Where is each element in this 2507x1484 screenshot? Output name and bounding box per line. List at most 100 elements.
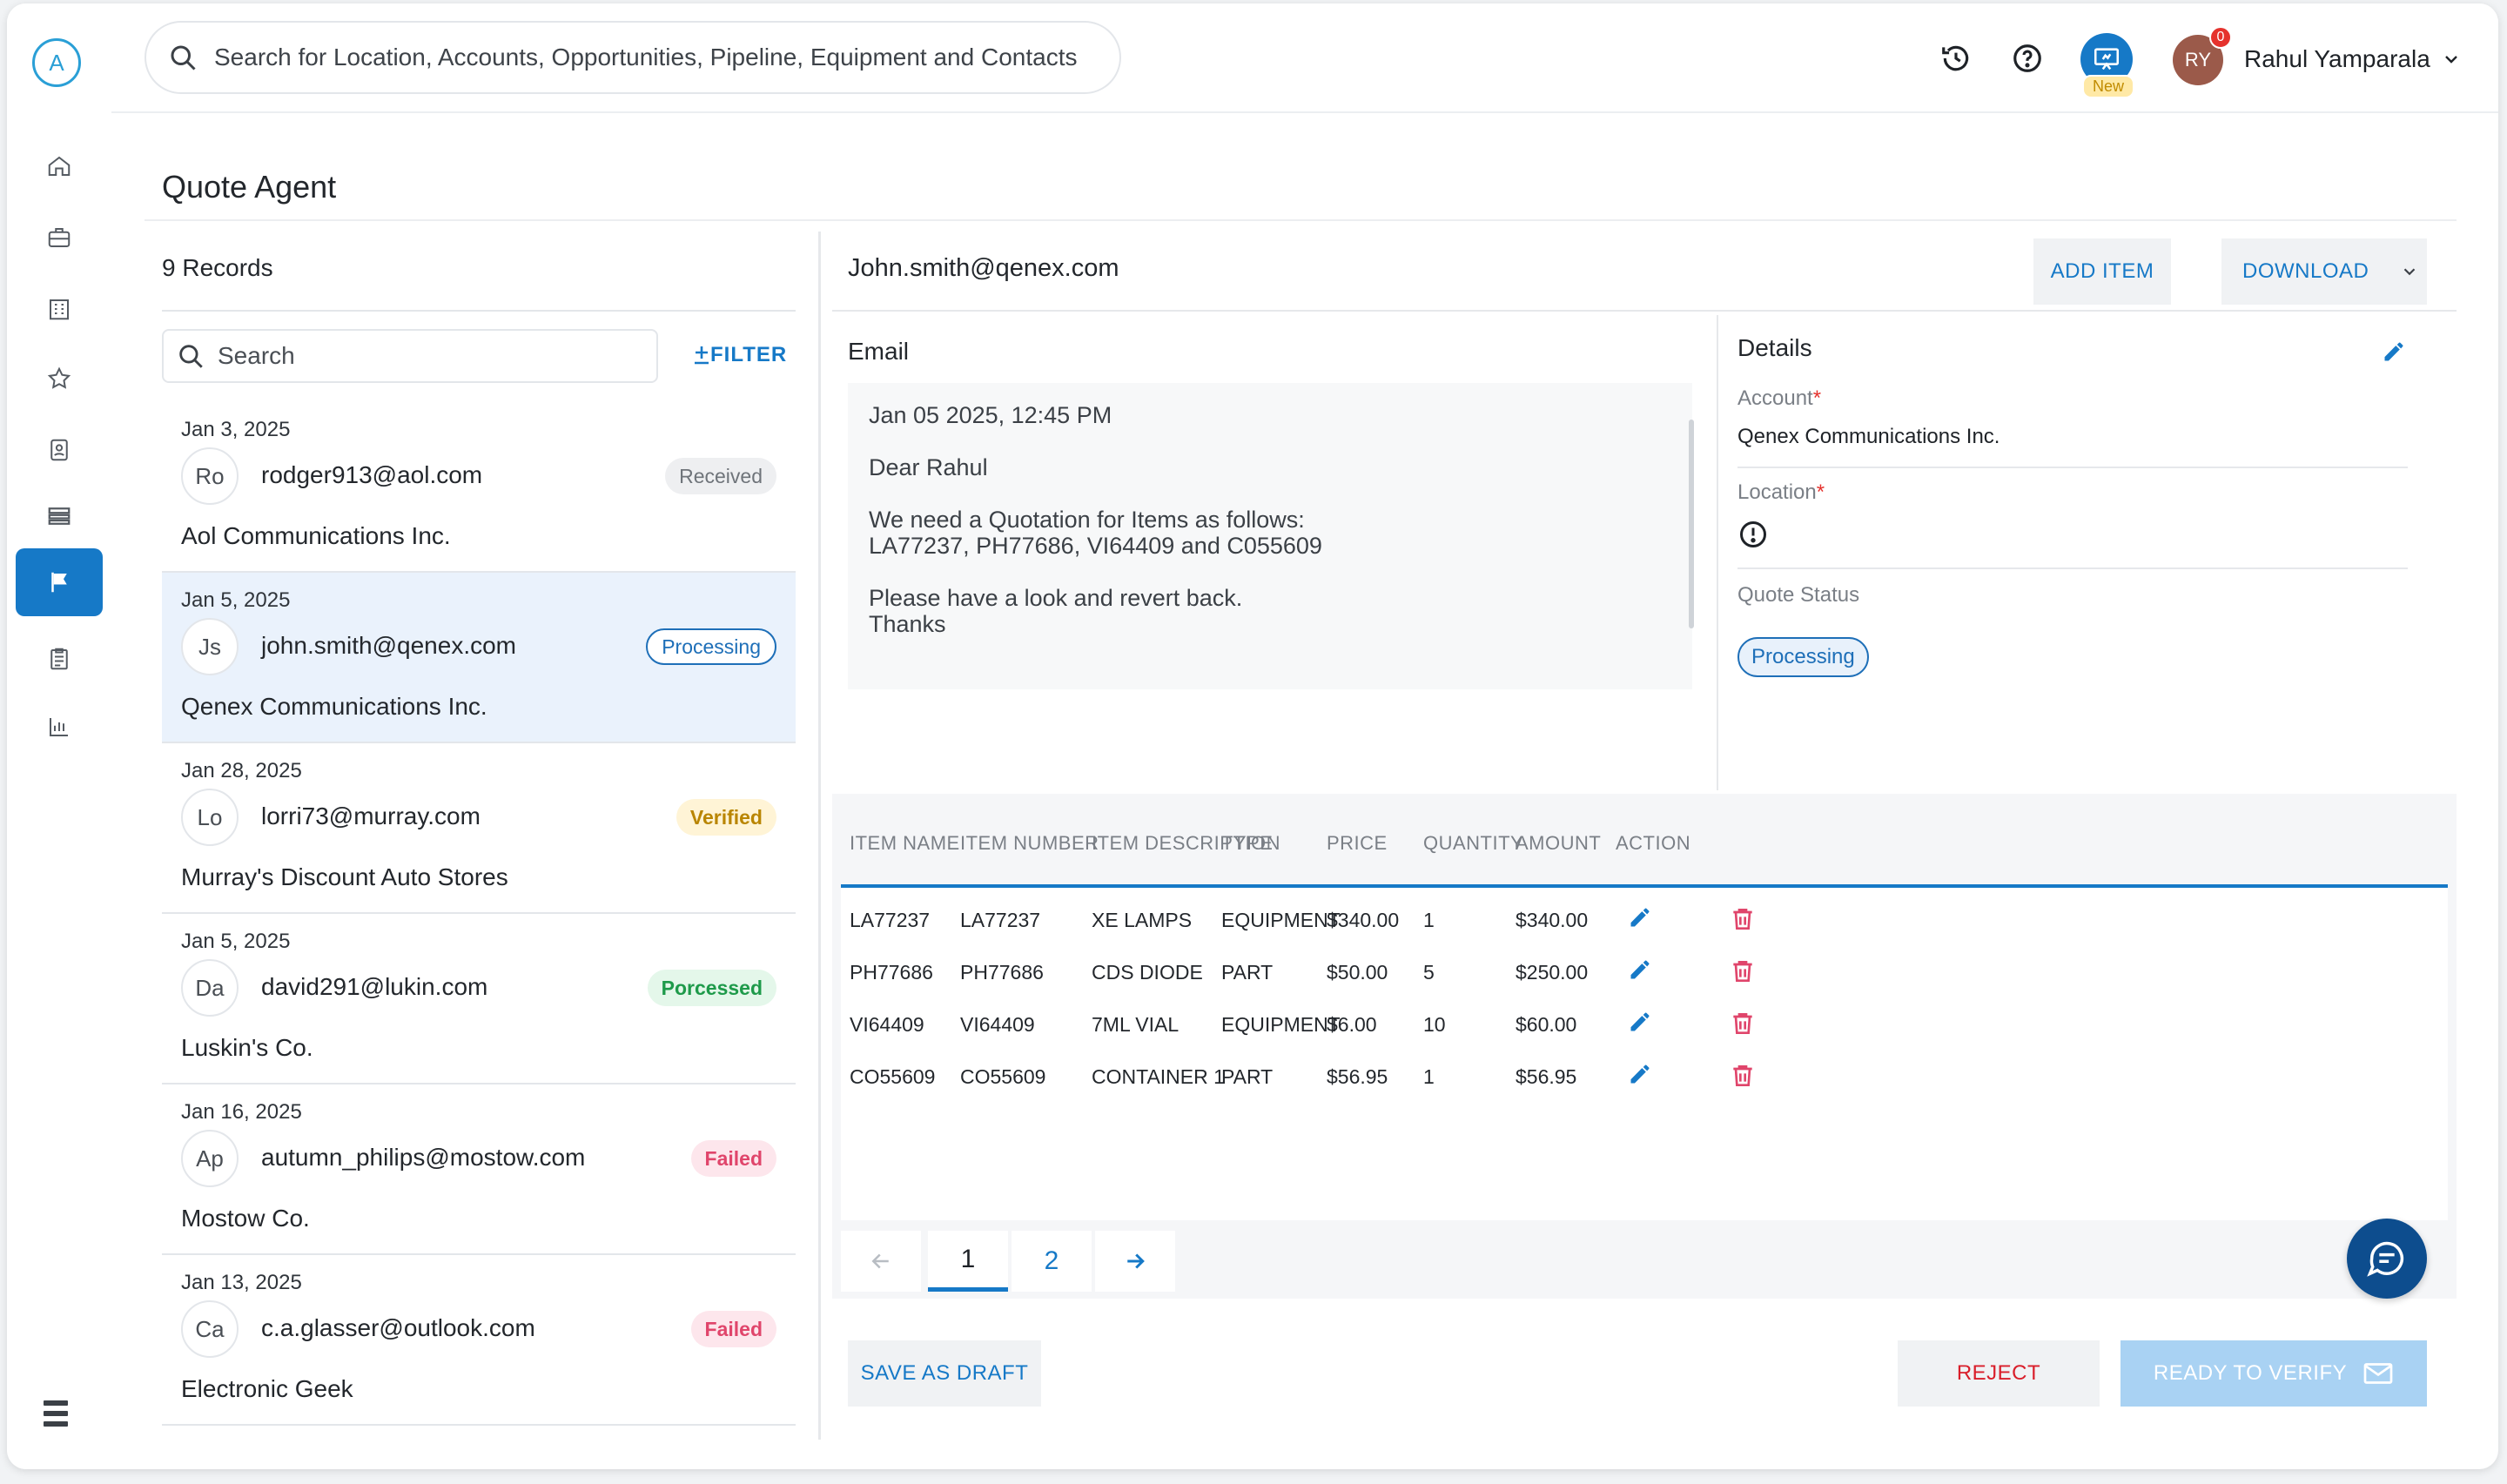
download-button[interactable]: DOWNLOAD xyxy=(2221,238,2427,305)
record-item[interactable]: Jan 5, 2025 Da david291@lukin.com Luskin's … xyxy=(162,914,796,1084)
help-icon[interactable] xyxy=(2011,42,2044,79)
record-item[interactable]: Jan 16, 2025 Ap autumn_philips@mostow.com M… xyxy=(162,1084,796,1255)
cell-number: CO55609 xyxy=(960,1065,1046,1088)
ready-to-verify-button[interactable]: READY TO VERIFY xyxy=(2121,1340,2427,1407)
ready-to-verify-label: READY TO VERIFY xyxy=(2153,1361,2348,1385)
contact-card-icon[interactable] xyxy=(16,416,103,484)
edit-icon[interactable] xyxy=(1628,957,1652,986)
divider xyxy=(145,219,2457,221)
edit-icon[interactable] xyxy=(1628,1062,1652,1091)
record-item[interactable]: Jan 3, 2025 Ro rodger913@aol.com Aol Commun… xyxy=(162,402,796,573)
record-date: Jan 3, 2025 xyxy=(181,418,291,441)
record-item[interactable]: Jan 5, 2025 Js john.smith@qenex.com Qenex C… xyxy=(162,573,796,743)
cell-price: $340.00 xyxy=(1327,909,1400,931)
cell-description: XE LAMPS xyxy=(1092,909,1193,931)
record-email: lorri73@murray.com xyxy=(261,802,481,829)
records-count: 9 Records xyxy=(162,254,273,281)
items-table-section: ITEM NAME ITEM NUMBER ITEM DESCRIPTION TYPE… xyxy=(832,794,2457,1299)
column-header[interactable]: ITEM NAME xyxy=(850,832,960,855)
delete-icon[interactable] xyxy=(1729,1010,1757,1042)
column-header[interactable]: QUANTITY xyxy=(1423,832,1523,855)
menu-icon[interactable] xyxy=(44,1399,68,1433)
page-2-button[interactable]: 2 xyxy=(1012,1231,1092,1292)
record-avatar: Js xyxy=(181,618,239,675)
flag-icon[interactable] xyxy=(16,548,103,616)
column-header[interactable]: TYPE xyxy=(1221,832,1273,855)
cell-name: VI64409 xyxy=(850,1013,924,1036)
details-panel: Details Account* Qenex Communications In… xyxy=(1737,334,2416,677)
prev-page-arrow-icon[interactable] xyxy=(841,1231,921,1292)
reject-button[interactable]: REJECT xyxy=(1898,1340,2100,1407)
clipboard-icon[interactable] xyxy=(16,625,103,693)
account-label: Account* xyxy=(1737,386,1822,410)
chevron-down-icon xyxy=(2404,268,2416,276)
record-status-badge: Verified xyxy=(675,799,776,836)
cell-type: EQUIPMENT xyxy=(1221,1013,1341,1036)
column-header[interactable]: AMOUNT xyxy=(1516,832,1601,855)
column-header[interactable]: ITEM NUMBER xyxy=(960,832,1099,855)
cell-name: PH77686 xyxy=(850,961,933,984)
user-name[interactable]: Rahul Yamparala xyxy=(2244,45,2430,73)
star-icon[interactable] xyxy=(16,345,103,413)
account-value[interactable]: Qenex Communications Inc. xyxy=(1737,425,2000,449)
alert-circle-icon[interactable] xyxy=(1737,519,1769,554)
email-line: LA77237, PH77686, VI64409 and C055609 xyxy=(869,533,1322,559)
required-mark: * xyxy=(1812,386,1822,410)
bar-chart-icon[interactable] xyxy=(16,693,103,761)
email-line: Please have a look and revert back. xyxy=(869,585,1243,611)
cell-quantity: 10 xyxy=(1423,1013,1446,1036)
record-status-badge: Processing xyxy=(646,628,776,665)
next-page-arrow-icon[interactable] xyxy=(1095,1231,1175,1292)
cell-name: CO55609 xyxy=(850,1065,936,1088)
column-header[interactable]: ACTION xyxy=(1616,832,1690,855)
record-avatar: Ro xyxy=(181,447,239,505)
app-logo[interactable]: A xyxy=(32,38,81,87)
record-status-badge: Failed xyxy=(690,1140,776,1177)
delete-icon[interactable] xyxy=(1729,905,1757,937)
record-date: Jan 5, 2025 xyxy=(181,588,291,612)
edit-icon[interactable] xyxy=(1628,905,1652,934)
divider xyxy=(1717,315,1718,790)
save-as-draft-button[interactable]: SAVE AS DRAFT xyxy=(848,1340,1041,1407)
divider xyxy=(818,232,821,1440)
filter-label: FILTER xyxy=(710,343,788,366)
column-header[interactable]: PRICE xyxy=(1327,832,1388,855)
cell-name: LA77237 xyxy=(850,909,931,931)
table-row[interactable]: LA77237 LA77237 XE LAMPS EQUIPMENT $340.00 1 $… xyxy=(841,893,2448,945)
table-row[interactable]: VI64409 VI64409 7ML VIAL EQUIPMENT $6.00 10 $6… xyxy=(841,997,2448,1050)
table-row[interactable]: CO55609 CO55609 CONTAINER 1 PART $56.95 1 $56.… xyxy=(841,1050,2448,1102)
record-item[interactable]: Jan 28, 2025 Lo lorri73@murray.com Murray's… xyxy=(162,743,796,914)
mail-icon xyxy=(2363,1363,2393,1384)
history-icon[interactable] xyxy=(1939,42,1973,79)
add-item-button[interactable]: ADD ITEM xyxy=(2033,238,2171,305)
record-avatar: Ca xyxy=(181,1300,239,1358)
record-item[interactable]: Jan 13, 2025 Ca c.a.glasser@outlook.com Ele… xyxy=(162,1255,796,1426)
briefcase-icon[interactable] xyxy=(16,204,103,272)
cell-description: 7ML VIAL xyxy=(1092,1013,1180,1036)
global-search-input[interactable]: Search for Location, Accounts, Opportuni… xyxy=(145,21,1121,94)
delete-icon[interactable] xyxy=(1729,957,1757,990)
table-row[interactable]: PH77686 PH77686 CDS DIODE PART $50.00 5 $250.0… xyxy=(841,945,2448,997)
home-icon[interactable] xyxy=(16,132,103,200)
divider xyxy=(832,310,2457,312)
top-bar: Search for Location, Accounts, Opportuni… xyxy=(111,3,2498,113)
page-1-button[interactable]: 1 xyxy=(928,1231,1008,1292)
records-search-input[interactable]: Search xyxy=(162,329,658,383)
quote-agent-panel: Quote Agent 9 Records Search FILTER Jan … xyxy=(145,143,2457,1466)
page-title: Quote Agent xyxy=(162,169,337,205)
building-icon[interactable] xyxy=(16,275,103,343)
record-email: rodger913@aol.com xyxy=(261,461,483,488)
download-label: DOWNLOAD xyxy=(2242,259,2369,283)
pagination: 1 2 xyxy=(841,1231,1189,1299)
list-stack-icon[interactable] xyxy=(16,482,103,550)
chevron-down-icon[interactable] xyxy=(2441,49,2462,74)
delete-icon[interactable] xyxy=(1729,1062,1757,1094)
record-date: Jan 28, 2025 xyxy=(181,759,302,782)
edit-icon[interactable] xyxy=(1628,1010,1652,1038)
chat-assistant-button[interactable] xyxy=(2347,1219,2427,1299)
email-line: We need a Quotation for Items as follows… xyxy=(869,507,1305,533)
email-scrollbar[interactable] xyxy=(1689,420,1694,628)
filter-button[interactable]: FILTER xyxy=(693,343,787,367)
edit-details-icon[interactable] xyxy=(2382,339,2406,368)
cell-description: CONTAINER 1 xyxy=(1092,1065,1225,1088)
